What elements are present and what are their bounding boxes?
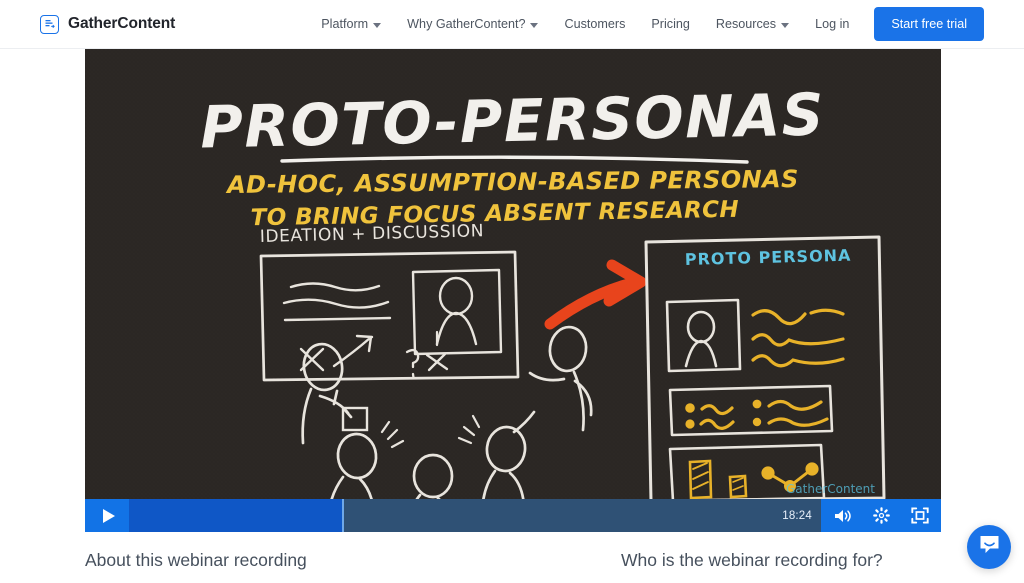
nav-item-login[interactable]: Log in [802,0,862,49]
svg-text:PROTO-PERSONAS: PROTO-PERSONAS [200,80,826,161]
nav-label: Customers [564,17,626,31]
play-button[interactable] [85,499,129,532]
video-watermark: GatherContent [786,482,875,496]
seek-progress-fill [129,499,344,532]
seek-bar[interactable]: 18:24 [129,499,821,532]
content-columns: About this webinar recording Who is the … [0,532,1024,583]
nav-label: Why GatherContent? [407,17,526,31]
brand-logo[interactable]: GatherContent [40,14,176,34]
chat-bubble-icon [978,534,1001,561]
nav-item-why-gathercontent[interactable]: Why GatherContent? [394,0,551,49]
nav-item-customers[interactable]: Customers [551,0,638,49]
chevron-down-icon [373,22,382,28]
nav-label: Platform [321,17,369,31]
nav-label: Log in [815,17,850,31]
chat-launcher-button[interactable] [967,525,1011,569]
gear-icon[interactable] [873,507,890,524]
video-controls: 18:24 [85,499,941,532]
fullscreen-icon[interactable] [911,507,929,524]
current-time-label: 18:24 [782,509,812,522]
main-navigation: Platform Why GatherContent? Customers Pr… [308,0,984,49]
nav-item-platform[interactable]: Platform [308,0,394,49]
nav-item-resources[interactable]: Resources [703,0,802,49]
document-list-icon [40,14,59,34]
webinar-audience-heading: Who is the webinar recording for? [621,550,883,570]
nav-label: Pricing [651,17,690,31]
brand-name: GatherContent [68,15,176,32]
about-webinar-heading: About this webinar recording [85,550,307,570]
chevron-down-icon [530,22,539,28]
webinar-slide-illustration: PROTO-PERSONAS AD-HOC, ASSUMPTION-BASED … [85,49,941,499]
site-header: GatherContent Platform Why GatherContent… [0,0,1024,49]
video-player[interactable]: PROTO-PERSONAS AD-HOC, ASSUMPTION-BASED … [85,49,941,532]
player-right-controls [821,499,941,532]
volume-icon[interactable] [833,508,852,524]
video-stage[interactable]: PROTO-PERSONAS AD-HOC, ASSUMPTION-BASED … [85,49,941,532]
start-free-trial-button[interactable]: Start free trial [874,7,984,41]
nav-item-pricing[interactable]: Pricing [638,0,703,49]
page-root: GatherContent Platform Why GatherContent… [0,0,1024,583]
play-icon [102,508,115,523]
nav-label: Resources [715,17,777,31]
chevron-down-icon [781,22,790,28]
